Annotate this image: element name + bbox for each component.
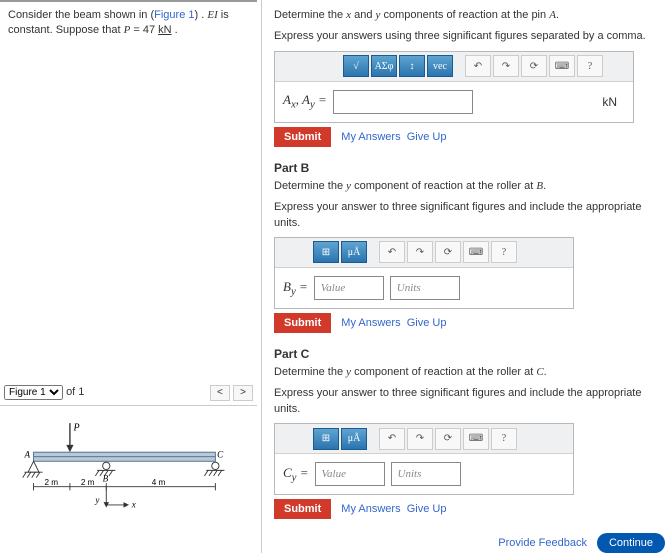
problem-text-7: = 47 <box>130 24 158 36</box>
figure-next-button[interactable]: > <box>233 385 253 401</box>
partA-value-input[interactable] <box>333 90 473 114</box>
partB-answer-box: ⊞ μÅ ↶ ↷ ⟳ ⌨ ? By = Value Units <box>274 237 574 309</box>
partC-submit-button[interactable]: Submit <box>274 499 331 519</box>
tb-template-icon[interactable]: ⊞ <box>313 428 339 450</box>
partA-units: kN <box>602 95 625 109</box>
partA-answer-box: √ ΑΣφ ↕ vec ↶ ↷ ⟳ ⌨ ? Ax, Ay = kN <box>274 51 634 123</box>
keyboard-icon[interactable]: ⌨ <box>549 55 575 77</box>
unit-kN: kN <box>158 24 171 36</box>
partC-units-input[interactable]: Units <box>391 462 461 486</box>
tb-units-icon[interactable]: μÅ <box>341 241 367 263</box>
partB-var-label: By = <box>283 279 308 298</box>
svg-text:A: A <box>23 449 30 459</box>
partA-var-label: Ax, Ay = <box>283 92 327 111</box>
redo-icon[interactable]: ↷ <box>493 55 519 77</box>
partC-var-label: Cy = <box>283 465 309 484</box>
partB-submit-button[interactable]: Submit <box>274 313 331 333</box>
partB-toolbar: ⊞ μÅ ↶ ↷ ⟳ ⌨ ? <box>275 238 573 268</box>
help-icon[interactable]: ? <box>577 55 603 77</box>
figure-of-label: of 1 <box>66 386 84 398</box>
partA-question: Determine the x and y components of reac… <box>274 8 669 23</box>
partB-question: Determine the y component of reaction at… <box>274 179 669 194</box>
undo-icon[interactable]: ↶ <box>465 55 491 77</box>
partA-give-up-link[interactable]: Give Up <box>407 131 447 143</box>
partB-header: Part B <box>274 161 669 175</box>
svg-text:B: B <box>102 473 108 483</box>
svg-text:C: C <box>217 449 224 459</box>
reset-icon[interactable]: ⟳ <box>521 55 547 77</box>
keyboard-icon[interactable]: ⌨ <box>463 241 489 263</box>
partC-answer-box: ⊞ μÅ ↶ ↷ ⟳ ⌨ ? Cy = Value Units <box>274 423 574 495</box>
tb-template-icon[interactable]: ⊞ <box>313 241 339 263</box>
tb-vector-icon[interactable]: vec <box>427 55 453 77</box>
partA-below-links: My Answers Give Up <box>341 131 446 143</box>
help-icon[interactable]: ? <box>491 428 517 450</box>
partB-my-answers-link[interactable]: My Answers <box>341 317 400 329</box>
svg-text:4 m: 4 m <box>151 478 165 487</box>
partC-question: Determine the y component of reaction at… <box>274 365 669 380</box>
partA-submit-button[interactable]: Submit <box>274 127 331 147</box>
partA-toolbar: √ ΑΣφ ↕ vec ↶ ↷ ⟳ ⌨ ? <box>275 52 633 82</box>
partA-my-answers-link[interactable]: My Answers <box>341 131 400 143</box>
problem-text-3: ) . <box>195 9 208 21</box>
partB-value-input[interactable]: Value <box>314 276 384 300</box>
keyboard-icon[interactable]: ⌨ <box>463 428 489 450</box>
tb-symbols-icon[interactable]: ΑΣφ <box>371 55 397 77</box>
partB-below-links: My Answers Give Up <box>341 317 446 329</box>
var-EI: EI <box>207 9 217 21</box>
figure-navigator: Figure 1 of 1 < > <box>0 385 257 406</box>
partA-express: Express your answers using three signifi… <box>274 29 669 44</box>
partB-express: Express your answer to three significant… <box>274 200 669 231</box>
svg-text:2 m: 2 m <box>80 478 94 487</box>
partC-express: Express your answer to three significant… <box>274 386 669 417</box>
partB-give-up-link[interactable]: Give Up <box>407 317 447 329</box>
undo-icon[interactable]: ↶ <box>379 428 405 450</box>
problem-text-1: Consider the beam shown in ( <box>8 9 154 21</box>
partC-my-answers-link[interactable]: My Answers <box>341 503 400 515</box>
partB-units-input[interactable]: Units <box>390 276 460 300</box>
reset-icon[interactable]: ⟳ <box>435 241 461 263</box>
tb-subscript-icon[interactable]: ↕ <box>399 55 425 77</box>
undo-icon[interactable]: ↶ <box>379 241 405 263</box>
partC-value-input[interactable]: Value <box>315 462 385 486</box>
figure-link[interactable]: Figure 1 <box>154 9 194 21</box>
partC-give-up-link[interactable]: Give Up <box>407 503 447 515</box>
problem-statement: Consider the beam shown in (Figure 1) . … <box>0 0 257 45</box>
svg-text:2 m: 2 m <box>44 478 58 487</box>
reset-icon[interactable]: ⟳ <box>435 428 461 450</box>
figure-select[interactable]: Figure 1 <box>4 385 63 400</box>
svg-text:P: P <box>72 422 79 433</box>
figure-prev-button[interactable]: < <box>210 385 230 401</box>
problem-text-9: . <box>172 24 178 36</box>
svg-text:x: x <box>130 499 135 509</box>
tb-sqrt-icon[interactable]: √ <box>343 55 369 77</box>
partC-toolbar: ⊞ μÅ ↶ ↷ ⟳ ⌨ ? <box>275 424 573 454</box>
help-icon[interactable]: ? <box>491 241 517 263</box>
partC-header: Part C <box>274 347 669 361</box>
partC-below-links: My Answers Give Up <box>341 503 446 515</box>
redo-icon[interactable]: ↷ <box>407 428 433 450</box>
provide-feedback-link[interactable]: Provide Feedback <box>498 537 587 549</box>
redo-icon[interactable]: ↷ <box>407 241 433 263</box>
figure-1-diagram: P A B C 2 m 2 m 4 m x y <box>0 406 257 525</box>
continue-button[interactable]: Continue <box>597 533 665 553</box>
svg-text:y: y <box>94 495 100 505</box>
tb-units-icon[interactable]: μÅ <box>341 428 367 450</box>
